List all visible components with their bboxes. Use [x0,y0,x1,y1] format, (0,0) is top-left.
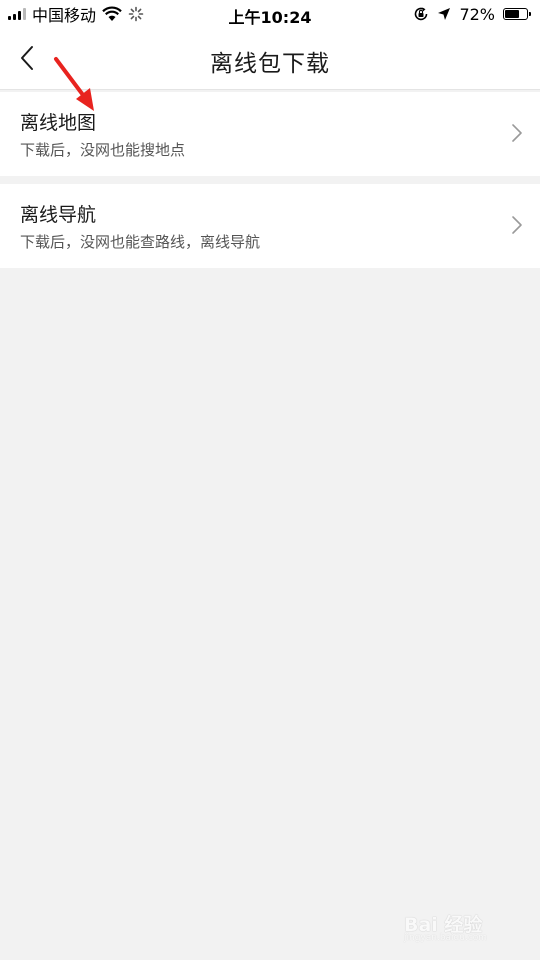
item-title: 离线地图 [20,112,97,134]
battery-fill [505,10,519,18]
item-description: 下载后，没网也能搜地点 [20,141,186,159]
location-icon [438,8,451,20]
watermark-url: jingyan.baidu.com [404,933,488,943]
battery-icon [503,8,531,20]
battery-cap [529,12,531,16]
list-item-offline-navigation[interactable]: 离线导航 下载后，没网也能查路线，离线导航 [0,184,540,268]
battery-percent: 72% [459,4,495,24]
item-title: 离线导航 [20,204,97,226]
chevron-right-icon [512,216,522,234]
rotation-lock-icon [415,7,428,21]
list-item-offline-map[interactable]: 离线地图 下载后，没网也能搜地点 [0,92,540,176]
watermark: Bai 经验 jingyan.baidu.com [404,906,514,946]
chevron-right-icon [512,124,522,142]
item-description: 下载后，没网也能查路线，离线导航 [20,233,261,251]
page-title: 离线包下载 [210,51,330,77]
status-bar: 中国移动 上午10:24 72% [0,0,540,28]
nav-bar: 离线包下载 [0,28,540,90]
status-right: 72% [413,4,531,24]
